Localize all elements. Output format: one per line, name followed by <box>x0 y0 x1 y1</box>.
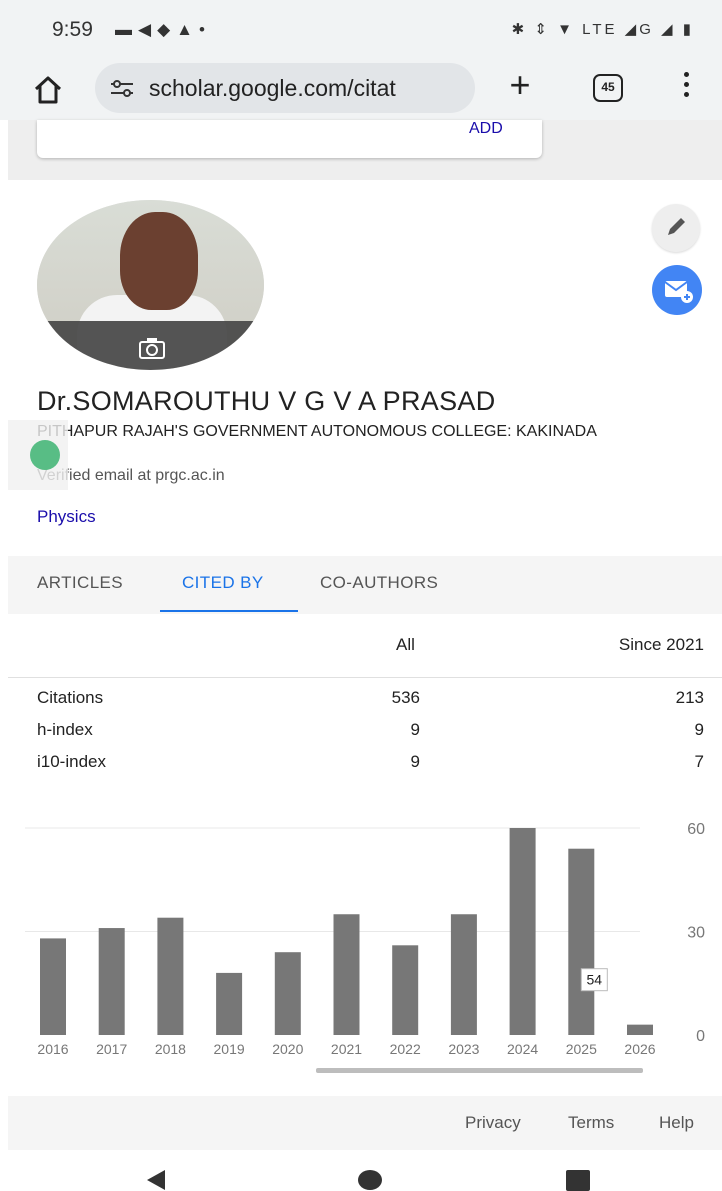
tab-articles[interactable]: ARTICLES <box>37 573 123 593</box>
chart-bar-2021[interactable] <box>333 914 360 1035</box>
chart-bar-2022[interactable] <box>392 945 419 1035</box>
citations-chart-svg: 0 30 60 2016 2017 2018 2019 2020 2021 2022 2023 202… <box>25 821 705 1073</box>
status-time: 9:59 <box>52 18 93 41</box>
edit-button[interactable] <box>652 204 700 252</box>
profile-name: Dr.SOMAROUTHU V G V A PRASAD <box>37 386 496 416</box>
tab-cited-by[interactable]: CITED BY <box>182 573 264 593</box>
profile-affiliation: PITHAPUR RAJAH'S GOVERNMENT AUTONOMOUS C… <box>37 423 597 440</box>
x-tick-label: 2023 <box>448 1041 479 1057</box>
y-tick-label: 60 <box>687 821 705 838</box>
chart-bar-2024[interactable] <box>509 828 536 1035</box>
overflow-menu-icon[interactable] <box>680 72 692 104</box>
x-tick-label: 2017 <box>96 1041 127 1057</box>
floating-bubble-icon[interactable] <box>30 440 60 470</box>
column-header-since: Since 2021 <box>618 635 704 654</box>
research-interest-link[interactable]: Physics <box>37 507 96 527</box>
active-tab-indicator <box>160 610 298 612</box>
x-tick-label: 2016 <box>37 1041 68 1057</box>
chart-bar-2020[interactable] <box>274 952 301 1035</box>
home-icon[interactable] <box>30 72 66 108</box>
status-bar: 9:59 ▬◀◆▲• ✱ ⇕ ▼ LTE ◢G ◢ ▮ <box>0 0 722 58</box>
row-label: Citations <box>37 688 104 707</box>
site-settings-icon[interactable] <box>109 76 135 100</box>
x-tick-label: 2020 <box>272 1041 303 1057</box>
home-circle-icon[interactable] <box>358 1170 382 1190</box>
y-tick-label: 0 <box>696 1028 705 1045</box>
row-all-value: 9 <box>410 752 420 771</box>
bar-tooltip-label: 54 <box>587 972 603 988</box>
x-tick-label: 2025 <box>566 1041 597 1057</box>
row-all-value: 536 <box>391 688 420 707</box>
chart-bar-2023[interactable] <box>450 914 477 1035</box>
x-tick-label: 2024 <box>507 1041 538 1057</box>
chart-bar-2019[interactable] <box>216 972 243 1035</box>
address-bar[interactable]: scholar.google.com/citat <box>95 63 475 113</box>
table-divider <box>8 677 722 678</box>
table-row: i10-index 9 7 <box>0 752 722 776</box>
row-since-value: 7 <box>694 752 704 771</box>
x-tick-label: 2026 <box>624 1041 655 1057</box>
new-tab-button[interactable]: + <box>500 66 540 106</box>
chart-bar-2025[interactable] <box>568 848 595 1035</box>
x-tick-label: 2021 <box>331 1041 362 1057</box>
chart-bar-2026[interactable] <box>627 1024 653 1035</box>
follow-card <box>37 120 542 158</box>
table-row: Citations 536 213 <box>0 688 722 712</box>
chart-bar-2016[interactable] <box>40 938 66 1035</box>
x-tick-label: 2019 <box>214 1041 245 1057</box>
privacy-link[interactable]: Privacy <box>465 1113 521 1133</box>
email-alert-button[interactable] <box>652 265 702 315</box>
row-label: i10-index <box>37 752 106 771</box>
chart-bar-2018[interactable] <box>157 917 184 1035</box>
row-since-value: 9 <box>694 720 704 739</box>
camera-icon[interactable] <box>138 336 166 360</box>
row-since-value: 213 <box>675 688 704 707</box>
tab-co-authors[interactable]: CO-AUTHORS <box>320 573 438 593</box>
back-icon[interactable] <box>147 1170 165 1190</box>
browser-toolbar: scholar.google.com/citat + 45 <box>0 58 722 120</box>
add-button[interactable]: ADD <box>469 120 503 138</box>
recents-icon[interactable] <box>566 1170 590 1191</box>
table-row: h-index 9 9 <box>0 720 722 744</box>
y-tick-label: 30 <box>687 925 705 942</box>
chart-scrollbar[interactable] <box>316 1068 643 1073</box>
system-status-icons: ✱ ⇕ ▼ LTE ◢G ◢ ▮ <box>511 21 694 38</box>
terms-link[interactable]: Terms <box>568 1113 614 1133</box>
column-header-all: All <box>396 635 415 654</box>
x-tick-label: 2018 <box>155 1041 186 1057</box>
pencil-icon <box>668 218 685 235</box>
chart-bar-2017[interactable] <box>98 928 125 1035</box>
footer <box>8 1096 722 1150</box>
row-label: h-index <box>37 720 93 739</box>
tab-switcher-button[interactable]: 45 <box>593 74 623 102</box>
x-tick-label: 2022 <box>390 1041 421 1057</box>
url-text[interactable]: scholar.google.com/citat <box>149 75 396 102</box>
mail-add-icon <box>664 281 693 303</box>
citations-chart: 0 30 60 2016 2017 2018 2019 2020 2021 2022 2023 202… <box>0 800 722 1090</box>
notification-icons: ▬◀◆▲• <box>115 20 211 39</box>
row-all-value: 9 <box>410 720 420 739</box>
help-link[interactable]: Help <box>659 1113 694 1133</box>
